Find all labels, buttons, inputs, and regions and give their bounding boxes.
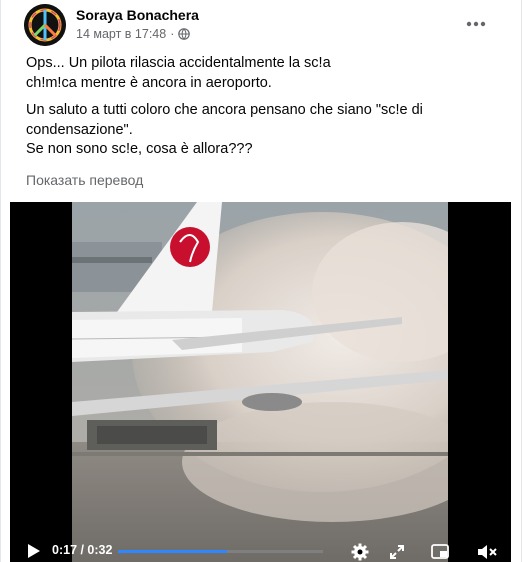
settings-icon[interactable]: [350, 542, 370, 562]
meta-separator: ·: [170, 27, 175, 41]
author-name[interactable]: Soraya Bonachera: [76, 7, 199, 23]
video-time: 0:17 / 0:32: [52, 543, 113, 557]
play-icon[interactable]: [26, 543, 42, 559]
post-meta: 14 март в 17:48 ·: [76, 27, 191, 41]
post-timestamp[interactable]: 14 март в 17:48: [76, 27, 166, 41]
expand-icon[interactable]: [388, 543, 406, 561]
show-translation-link[interactable]: Показать перевод: [26, 172, 143, 188]
post-line: condensazione".: [26, 121, 133, 138]
post-text: Ops... Un pilota rilascia accidentalment…: [26, 54, 496, 168]
post-line: ch!m!ca mentre è ancora in aeroporto.: [26, 74, 272, 91]
post-paragraph-1: Ops... Un pilota rilascia accidentalment…: [26, 54, 496, 93]
post-paragraph-2: Un saluto a tutti coloro che ancora pens…: [26, 101, 496, 160]
picture-in-picture-icon[interactable]: [430, 543, 450, 561]
post-line: Ops... Un pilota rilascia accidentalment…: [26, 55, 331, 71]
mute-icon[interactable]: [476, 543, 498, 561]
peace-sign-avatar-icon: [24, 4, 66, 46]
post-line: Un saluto a tutti coloro che ancora pens…: [26, 102, 423, 118]
post-line: Se non sono sc!e, cosa è allora???: [26, 141, 253, 157]
globe-icon[interactable]: [178, 28, 191, 40]
video-player[interactable]: 0:17 / 0:32: [10, 202, 511, 562]
video-progress-track[interactable]: [118, 550, 323, 553]
avatar[interactable]: [24, 4, 66, 46]
video-controls: 0:17 / 0:32: [10, 540, 511, 562]
video-progress-fill: [118, 550, 227, 553]
video-frame-image: [72, 202, 448, 562]
more-options-icon[interactable]: [460, 12, 492, 36]
